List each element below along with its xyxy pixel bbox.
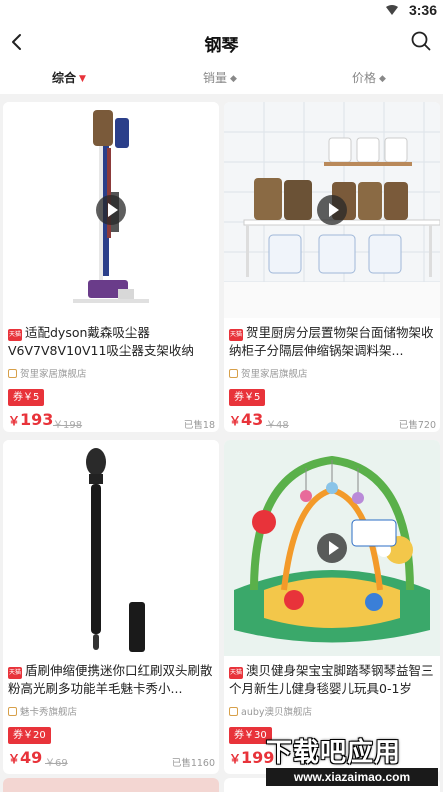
- chevron-down-icon: ▼: [79, 74, 86, 84]
- page-title: 钢琴: [204, 36, 239, 56]
- coupon-badge: 券￥5: [229, 389, 266, 406]
- tmall-badge: 天猫: [229, 667, 243, 679]
- sort-icon: ◆: [230, 74, 237, 84]
- product-title: 天猫适配dyson戴森吸尘器V6V7V8V10V11吸尘器支架收纳架...: [8, 324, 216, 360]
- play-icon[interactable]: [317, 195, 347, 225]
- original-price: ￥198: [53, 420, 83, 431]
- sold-count: 已售720: [398, 420, 436, 431]
- product-title-text: 贺里厨房分层置物架台面储物架收纳柜子分隔层伸缩锅架调料架...: [229, 325, 434, 358]
- status-time: 3:36: [408, 2, 437, 18]
- product-card[interactable]: 天猫适配dyson戴森吸尘器V6V7V8V10V11吸尘器支架收纳架... 贺里…: [3, 102, 219, 432]
- product-title: 天猫 澳贝健身架宝宝脚踏琴钢琴益智三个月新生儿健身毯婴儿玩具0-1岁: [229, 662, 437, 698]
- product-title: 天猫 贺里厨房分层置物架台面储物架收纳柜子分隔层伸缩锅架调料架...: [229, 324, 437, 360]
- sort-sales[interactable]: 销量 ◆: [203, 69, 237, 86]
- product-title-text: 澳贝健身架宝宝脚踏琴钢琴益智三个月新生儿健身毯婴儿玩具0-1岁: [229, 663, 434, 696]
- shop-name-text: 魅卡秀旗舰店: [20, 707, 78, 718]
- coupon-badge: 券￥20: [8, 727, 51, 744]
- sort-sales-label: 销量: [203, 71, 228, 85]
- shop-name[interactable]: 贺里家居旗舰店: [229, 366, 308, 380]
- product-card[interactable]: 天猫 盾刷伸缩便携迷你口红刷双头刷散粉高光刷多功能羊毛魅卡秀小... 魅卡秀旗舰店…: [3, 440, 219, 774]
- shop-name[interactable]: 魅卡秀旗舰店: [8, 704, 77, 718]
- product-image: [3, 440, 219, 656]
- status-bar: 3:36: [0, 0, 443, 22]
- shop-name-text: 贺里家居旗舰店: [241, 369, 308, 380]
- tmall-badge: 天猫: [229, 329, 243, 341]
- header: 钢琴: [0, 22, 443, 62]
- watermark-text: 下载吧应用: [266, 738, 402, 768]
- shop-name[interactable]: 贺里家居旗舰店: [8, 366, 87, 380]
- sort-comprehensive[interactable]: 综合 ▼: [52, 69, 86, 86]
- play-icon[interactable]: [96, 195, 126, 225]
- shop-name[interactable]: auby澳贝旗舰店: [229, 704, 312, 718]
- price: ￥49: [8, 748, 43, 767]
- price-value: 49: [20, 748, 43, 767]
- shop-icon: [229, 369, 238, 378]
- shop-icon: [8, 707, 17, 716]
- product-card[interactable]: [3, 778, 219, 792]
- sold-count: 已售18: [183, 420, 215, 431]
- product-title-text: 适配dyson戴森吸尘器V6V7V8V10V11吸尘器支架收纳架...: [8, 325, 194, 358]
- price: ￥43: [229, 410, 264, 429]
- product-card[interactable]: 天猫 贺里厨房分层置物架台面储物架收纳柜子分隔层伸缩锅架调料架... 贺里家居旗舰…: [224, 102, 440, 432]
- shop-icon: [229, 707, 238, 716]
- shop-icon: [8, 369, 17, 378]
- price-value: 43: [241, 410, 264, 429]
- product-title-text: 盾刷伸缩便携迷你口红刷双头刷散粉高光刷多功能羊毛魅卡秀小...: [8, 663, 213, 696]
- product-title: 天猫 盾刷伸缩便携迷你口红刷双头刷散粉高光刷多功能羊毛魅卡秀小...: [8, 662, 216, 698]
- tmall-badge: 天猫: [8, 329, 22, 341]
- play-icon[interactable]: [317, 533, 347, 563]
- watermark: 下载吧应用 www.xiazaimao.com: [262, 730, 440, 790]
- sort-bar: 综合 ▼ 销量 ◆ 价格 ◆: [0, 62, 443, 94]
- tmall-badge: 天猫: [8, 667, 22, 679]
- sort-price[interactable]: 价格 ◆: [352, 69, 386, 86]
- search-icon[interactable]: [409, 29, 433, 53]
- original-price: ￥69: [45, 758, 68, 769]
- coupon-badge: 券￥5: [8, 389, 45, 406]
- wifi-icon: [386, 5, 398, 15]
- price-value: 193: [20, 410, 54, 429]
- original-price: ￥48: [266, 420, 289, 431]
- shop-name-text: auby澳贝旗舰店: [241, 707, 312, 718]
- sort-price-label: 价格: [352, 71, 377, 85]
- price: ￥193: [8, 410, 54, 429]
- sort-comprehensive-label: 综合: [52, 71, 77, 85]
- sold-count: 已售1160: [171, 758, 215, 769]
- watermark-url: www.xiazaimao.com: [266, 768, 438, 786]
- shop-name-text: 贺里家居旗舰店: [20, 369, 87, 380]
- sort-icon: ◆: [379, 74, 386, 84]
- product-card[interactable]: 天猫 澳贝健身架宝宝脚踏琴钢琴益智三个月新生儿健身毯婴儿玩具0-1岁 auby澳贝…: [224, 440, 440, 774]
